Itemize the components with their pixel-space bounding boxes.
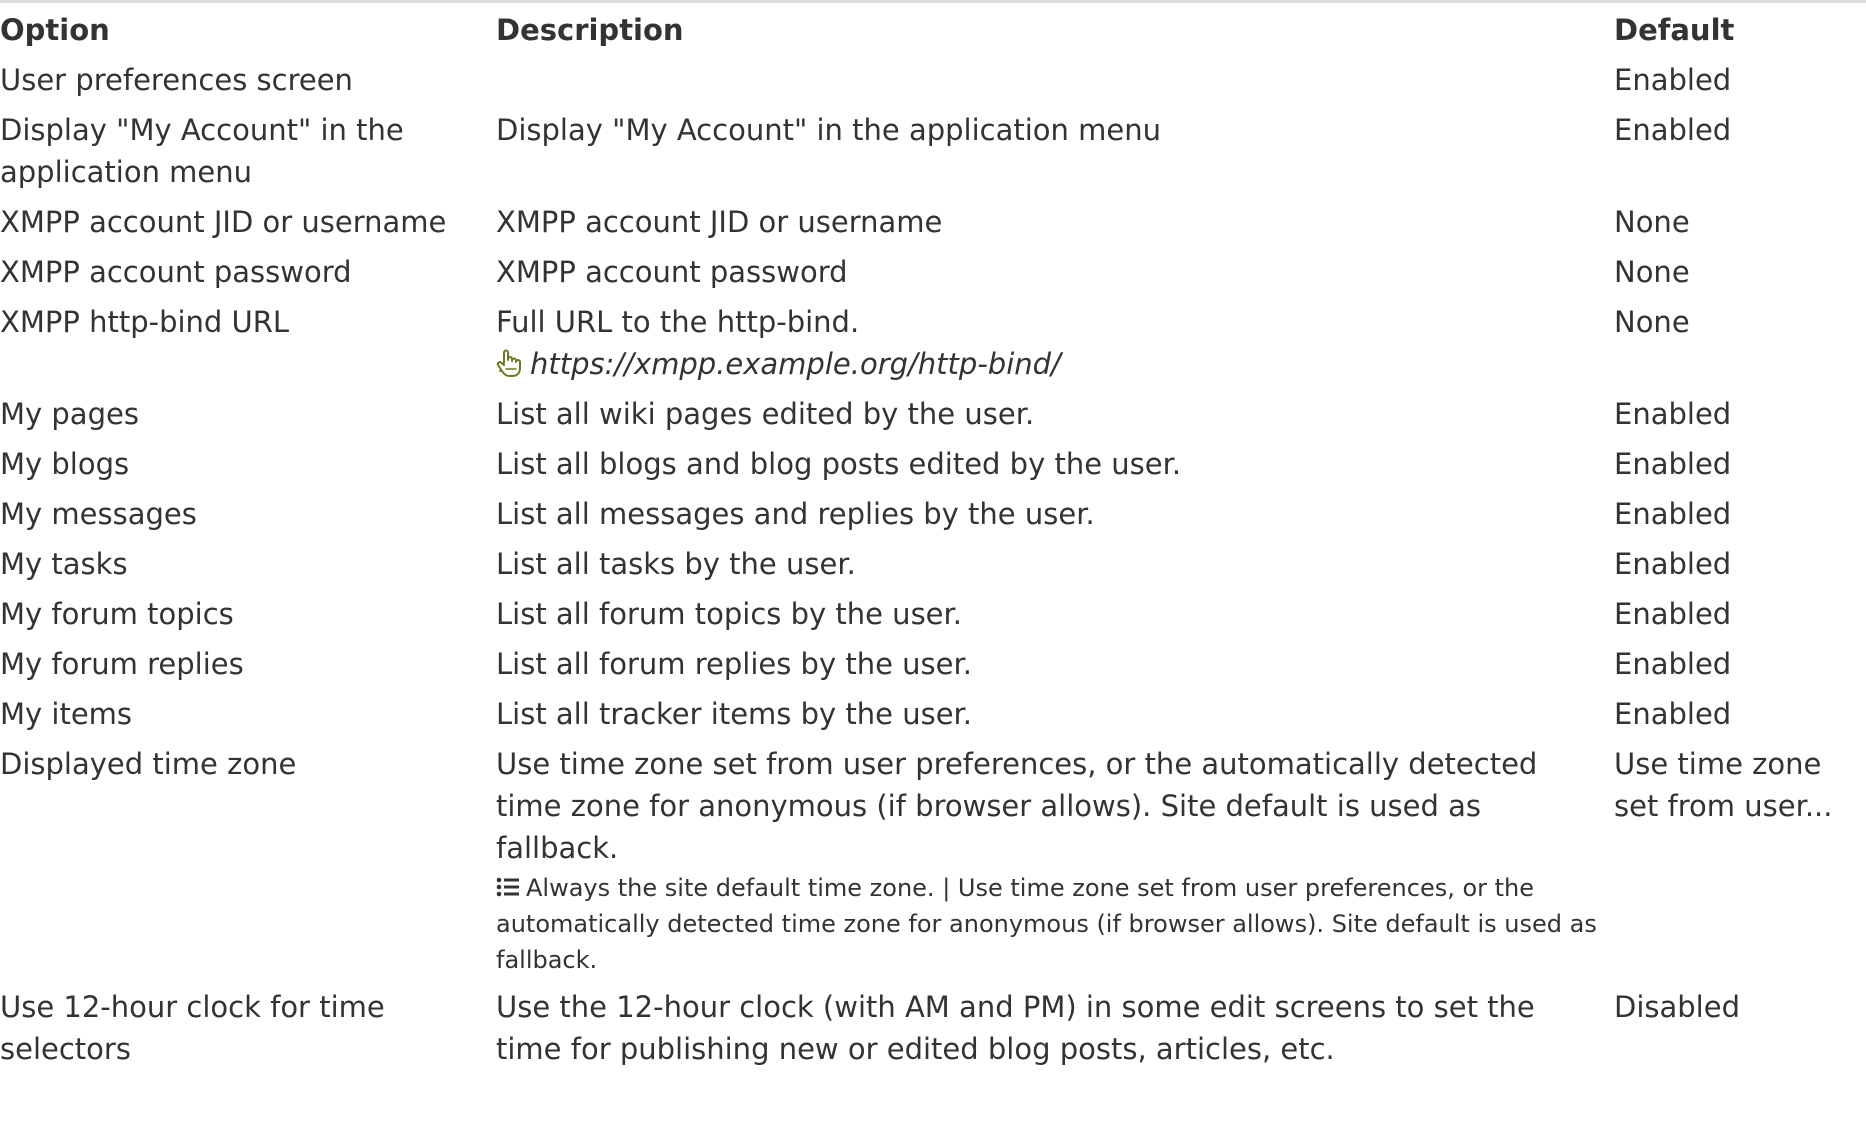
- option-description-cell: Use time zone set from user preferences,…: [489, 738, 1607, 981]
- option-default: Enabled: [1614, 697, 1732, 731]
- option-description: List all messages and replies by the use…: [496, 497, 1095, 531]
- example-value: https://xmpp.example.org/http-bind/: [496, 343, 1599, 385]
- table-row: XMPP account JID or username XMPP accoun…: [0, 196, 1866, 246]
- option-description: List all forum topics by the user.: [496, 597, 962, 631]
- option-description: XMPP account JID or username: [496, 205, 943, 239]
- option-name: My tasks: [0, 547, 128, 581]
- option-default: Enabled: [1614, 497, 1732, 531]
- table-row: Display "My Account" in the application …: [0, 104, 1866, 196]
- option-description: List all tracker items by the user.: [496, 697, 973, 731]
- option-default: Use time zone set from user...: [1614, 747, 1833, 823]
- option-default: Enabled: [1614, 113, 1732, 147]
- option-default: Disabled: [1614, 990, 1740, 1024]
- table-row: Use 12-hour clock for time selectors Use…: [0, 981, 1866, 1073]
- option-description: Use the 12-hour clock (with AM and PM) i…: [496, 990, 1535, 1066]
- list-icon: [496, 877, 519, 897]
- option-name: My messages: [0, 497, 197, 531]
- option-name: Display "My Account" in the application …: [0, 113, 404, 189]
- column-header-description: Description: [496, 13, 684, 47]
- option-name: XMPP account JID or username: [0, 205, 447, 239]
- table-row: User preferences screen Enabled: [0, 54, 1866, 104]
- option-name: XMPP http-bind URL: [0, 305, 290, 339]
- table-row: Displayed time zone Use time zone set fr…: [0, 738, 1866, 981]
- option-default: Enabled: [1614, 397, 1732, 431]
- table-row: My pages List all wiki pages edited by t…: [0, 388, 1866, 438]
- option-name: Displayed time zone: [0, 747, 297, 781]
- hand-pointer-icon: [496, 349, 521, 377]
- option-default: Enabled: [1614, 647, 1732, 681]
- option-description: List all blogs and blog posts edited by …: [496, 447, 1182, 481]
- option-name: My forum replies: [0, 647, 244, 681]
- option-default: None: [1614, 205, 1690, 239]
- table-row: My forum replies List all forum replies …: [0, 638, 1866, 688]
- preferences-options-table: Option Description Default User preferen…: [0, 5, 1866, 1073]
- option-name: My pages: [0, 397, 139, 431]
- option-default: None: [1614, 305, 1690, 339]
- top-divider: [0, 0, 1866, 3]
- option-name: XMPP account password: [0, 255, 352, 289]
- table-row: My items List all tracker items by the u…: [0, 688, 1866, 738]
- table-row: My forum topics List all forum topics by…: [0, 588, 1866, 638]
- option-name: User preferences screen: [0, 63, 353, 97]
- column-header-option: Option: [0, 13, 110, 47]
- option-default: Enabled: [1614, 547, 1732, 581]
- example-url: https://xmpp.example.org/http-bind/: [530, 347, 1061, 381]
- choices-text: Always the site default time zone. | Use…: [496, 874, 1597, 974]
- option-description: Use time zone set from user preferences,…: [496, 747, 1538, 865]
- table-row: My messages List all messages and replie…: [0, 488, 1866, 538]
- option-description-cell: Full URL to the http-bind. https://xmpp.…: [489, 296, 1607, 388]
- option-name: My items: [0, 697, 133, 731]
- table-row: My tasks List all tasks by the user. Ena…: [0, 538, 1866, 588]
- option-default: Enabled: [1614, 597, 1732, 631]
- table-row: My blogs List all blogs and blog posts e…: [0, 438, 1866, 488]
- option-description: [489, 54, 1607, 104]
- column-header-default: Default: [1614, 13, 1735, 47]
- table-header-row: Option Description Default: [0, 5, 1866, 54]
- option-default: Enabled: [1614, 63, 1732, 97]
- option-description: List all wiki pages edited by the user.: [496, 397, 1035, 431]
- option-name: My blogs: [0, 447, 130, 481]
- option-description: List all tasks by the user.: [496, 547, 856, 581]
- option-description: Display "My Account" in the application …: [496, 113, 1162, 147]
- table-row: XMPP account password XMPP account passw…: [0, 246, 1866, 296]
- option-description: Full URL to the http-bind.: [496, 305, 860, 339]
- option-default: None: [1614, 255, 1690, 289]
- option-description: List all forum replies by the user.: [496, 647, 972, 681]
- option-default: Enabled: [1614, 447, 1732, 481]
- option-description: XMPP account password: [496, 255, 848, 289]
- table-row: XMPP http-bind URL Full URL to the http-…: [0, 296, 1866, 388]
- option-choices: Always the site default time zone. | Use…: [496, 870, 1599, 978]
- option-name: Use 12-hour clock for time selectors: [0, 990, 385, 1066]
- option-name: My forum topics: [0, 597, 234, 631]
